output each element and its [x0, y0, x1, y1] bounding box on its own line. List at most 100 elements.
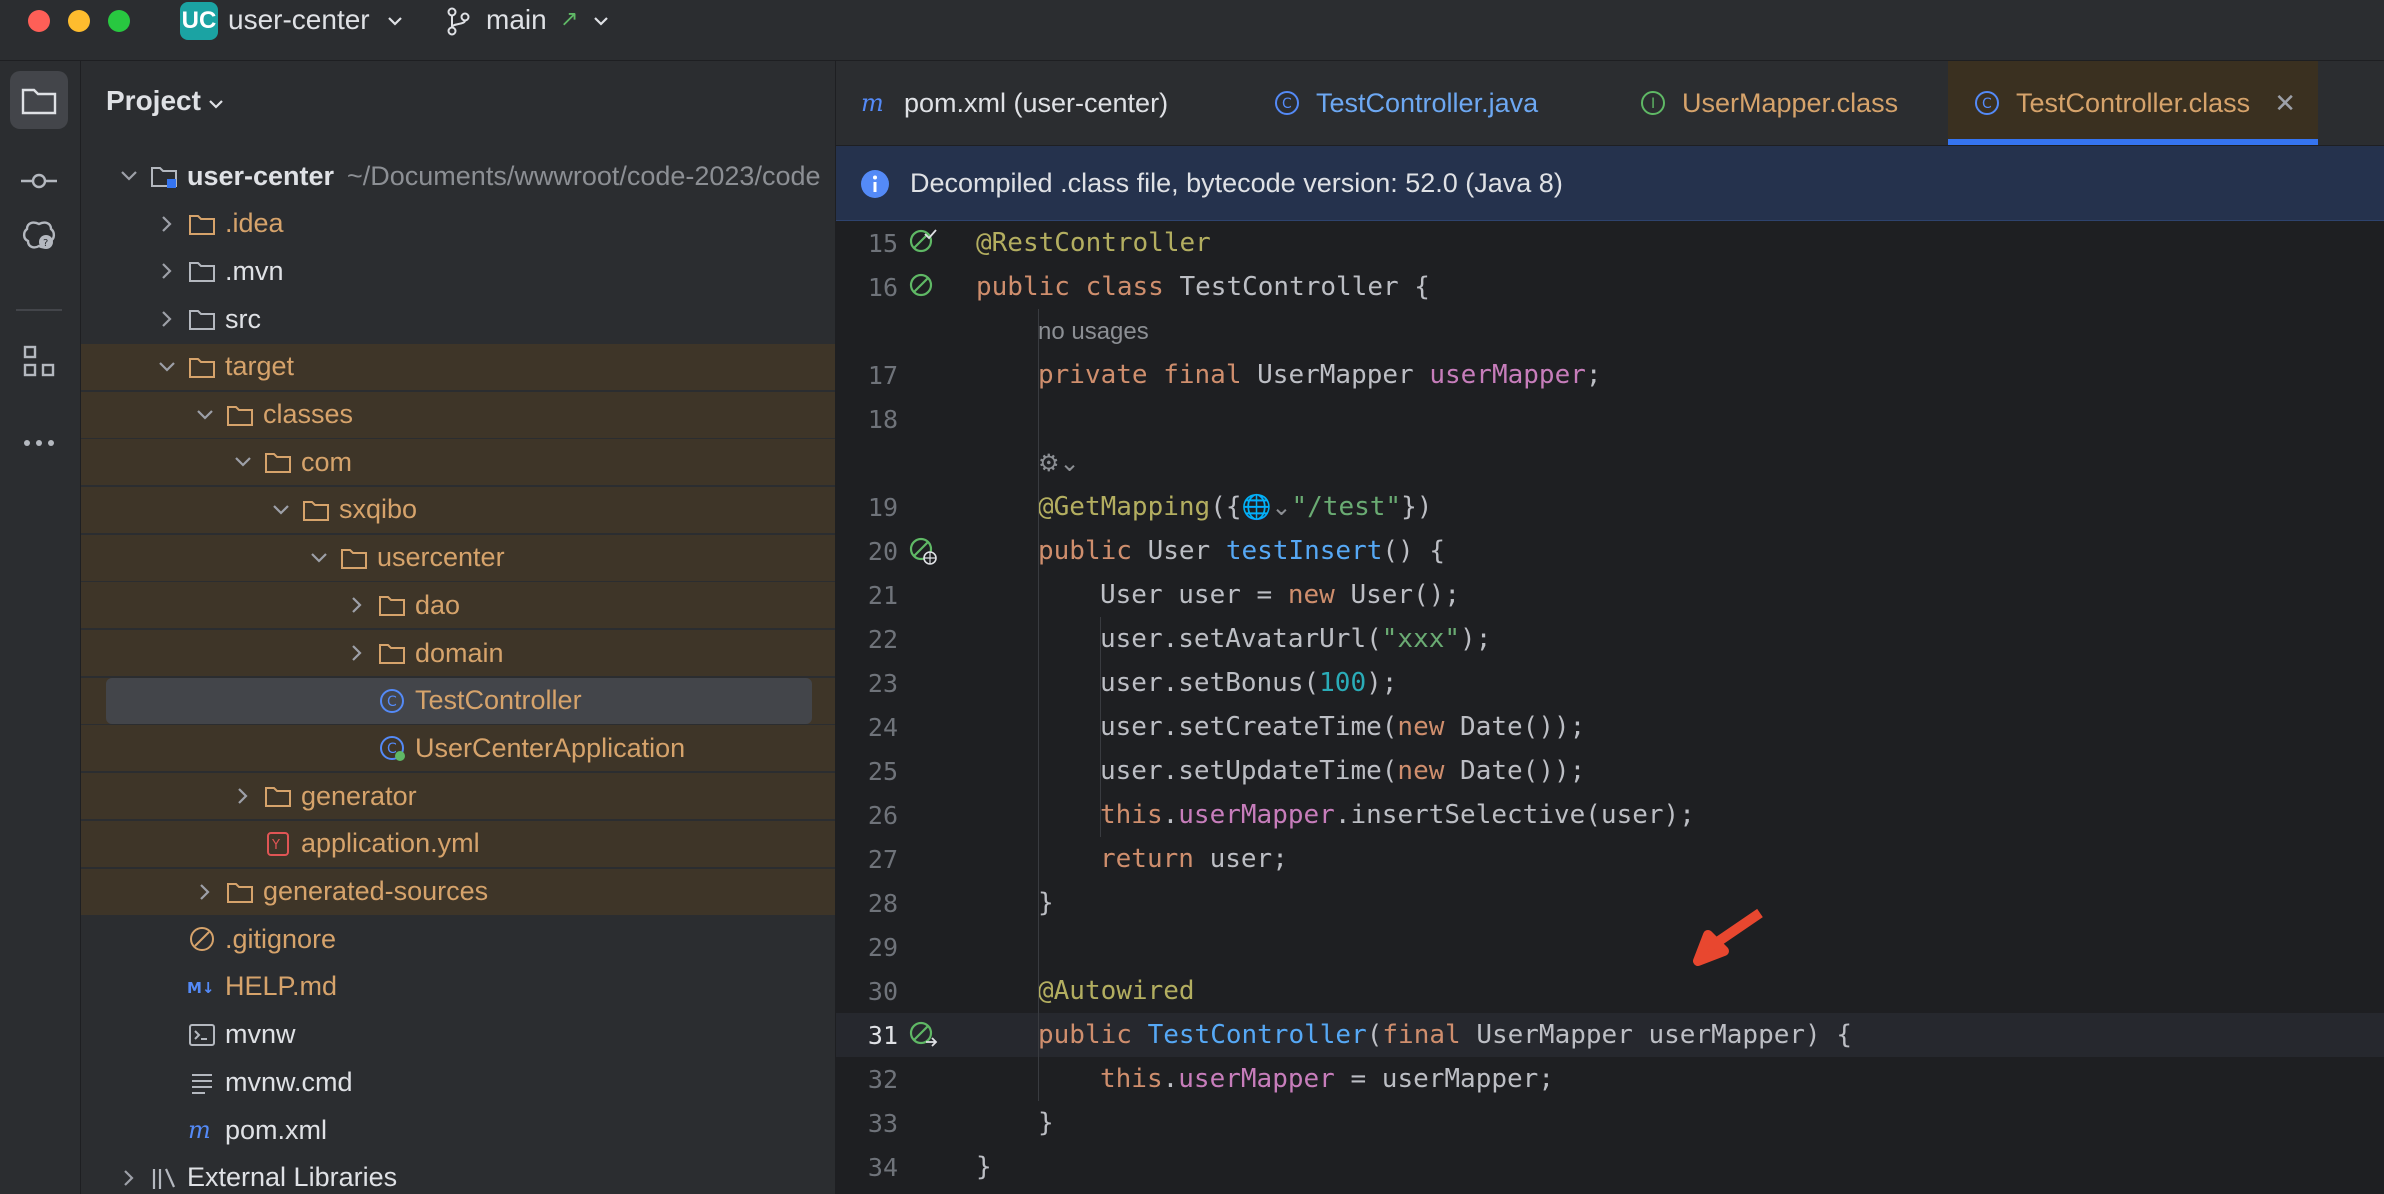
tree-row-mvnw-cmd[interactable]: mvnw.cmd: [81, 1059, 835, 1105]
tree-row-domain[interactable]: domain: [81, 630, 835, 676]
tab-pom-xml-user-center[interactable]: m pom.xml (user-center): [836, 61, 1218, 145]
tree-row-com[interactable]: com: [81, 439, 835, 486]
chevron-down-icon[interactable]: [119, 166, 139, 186]
tree-row-idea[interactable]: .idea: [81, 201, 835, 247]
tree-row-help-md[interactable]: M↓ HELP.md: [81, 964, 835, 1010]
svg-text:Y: Y: [271, 838, 280, 853]
tree-row-gitignore[interactable]: .gitignore: [81, 916, 835, 962]
project-badge[interactable]: UC: [180, 2, 218, 40]
tree-row-testcontroller[interactable]: C TestController: [81, 677, 835, 724]
commit-icon[interactable]: [10, 152, 68, 210]
code-view[interactable]: @RestController public class TestControll…: [976, 221, 2384, 1194]
code-token: return: [1100, 844, 1210, 874]
code-token: .insertSelective(user);: [1334, 800, 1695, 830]
chevron-right-icon[interactable]: [195, 882, 215, 902]
tree-row-generator[interactable]: generator: [81, 773, 835, 820]
bean-check-icon[interactable]: [908, 228, 938, 258]
tree-row-classes[interactable]: classes: [81, 391, 835, 438]
web-endpoint-icon[interactable]: [908, 536, 938, 566]
tree-label: usercenter: [377, 542, 505, 573]
chevron-right-icon[interactable]: [119, 1168, 139, 1188]
bean-autowire-icon[interactable]: [908, 1020, 938, 1050]
maximize-window-button[interactable]: [108, 10, 130, 32]
chevron-down-icon[interactable]: [157, 357, 177, 377]
tree-row-src[interactable]: src: [81, 296, 835, 342]
svg-text:m: m: [861, 89, 884, 117]
text-file-icon: [187, 1067, 217, 1097]
tree-row-sxqibo[interactable]: sxqibo: [81, 486, 835, 533]
more-icon[interactable]: [10, 414, 68, 472]
structure-icon[interactable]: [10, 332, 68, 390]
chevron-down-icon[interactable]: [592, 12, 610, 30]
tree-row-target[interactable]: target: [81, 343, 835, 390]
tree-row-usercenterapplication[interactable]: C UserCenterApplication: [81, 725, 835, 772]
tree-row-external-libraries[interactable]: External Libraries: [81, 1155, 835, 1194]
chevron-right-icon[interactable]: [347, 595, 367, 615]
line-number: 18: [867, 405, 898, 434]
chevron-down-icon[interactable]: [271, 500, 291, 520]
editor-tab-bar: m pom.xml (user-center) C TestController.ja…: [836, 61, 2384, 146]
svg-text:I: I: [1651, 96, 1655, 112]
tree-row-usercenter[interactable]: usercenter: [81, 534, 835, 581]
code-token: new: [1397, 712, 1461, 742]
tab-usermapper-class[interactable]: I UserMapper.class: [1614, 61, 1994, 145]
code-token: @Autowired: [1038, 976, 1195, 1006]
tree-row-pom-xml[interactable]: m pom.xml: [81, 1107, 835, 1153]
svg-text:C: C: [1282, 96, 1292, 112]
class-icon: C: [1272, 88, 1302, 125]
line-number: 29: [867, 933, 898, 962]
chevron-right-icon[interactable]: [157, 309, 177, 329]
line-number: 28: [867, 889, 898, 918]
folder-icon: [187, 209, 217, 239]
chevron-down-icon[interactable]: [195, 405, 215, 425]
tree-row-mvnw[interactable]: mvnw: [81, 1012, 835, 1058]
yaml-icon: Y: [263, 829, 293, 859]
chevron-right-icon[interactable]: [157, 214, 177, 234]
code-token: Date());: [1460, 756, 1586, 786]
svg-text:M↓: M↓: [187, 979, 215, 997]
tree-row-generated-sources[interactable]: generated-sources: [81, 868, 835, 915]
chevron-down-icon[interactable]: [309, 548, 329, 568]
ai-assistant-icon[interactable]: ?: [10, 206, 68, 264]
code-token: 🌐⌄: [1241, 494, 1292, 521]
code-token: final: [1382, 1020, 1477, 1050]
tab-label: pom.xml (user-center): [904, 87, 1169, 118]
branch-name[interactable]: main: [486, 4, 547, 36]
line-gutter[interactable]: 15 16 17 18 19 20 21 22 23 24 25 26 27 28 29 30 31 32 33 34: [836, 221, 972, 1194]
inlay-hint[interactable]: no usages: [1038, 318, 1149, 345]
code-token: }): [1401, 492, 1433, 522]
chevron-right-icon[interactable]: [347, 643, 367, 663]
line-number: 34: [867, 1153, 898, 1182]
tab-testcontroller-java[interactable]: C TestController.java: [1248, 61, 1618, 145]
minimize-window-button[interactable]: [68, 10, 90, 32]
project-panel-title[interactable]: Project: [106, 85, 201, 117]
tab-testcontroller-class[interactable]: C TestController.class ✕: [1948, 61, 2318, 145]
code-token: user;: [1209, 844, 1288, 874]
close-window-button[interactable]: [28, 10, 50, 32]
line-number: 23: [867, 669, 898, 698]
code-token: userMapper: [1429, 360, 1586, 390]
code-line: public TestController(final UserMapper u…: [1038, 1013, 1852, 1057]
chevron-down-icon[interactable]: [233, 452, 253, 472]
bean-icon[interactable]: [908, 272, 938, 302]
code-token: new: [1397, 756, 1461, 786]
tree-row-mvn[interactable]: .mvn: [81, 248, 835, 294]
code-token: user.setAvatarUrl(: [1100, 624, 1382, 654]
title-bar: UC user-center main ↗: [0, 0, 2384, 61]
inlay-endpoint-icon[interactable]: ⚙⌄: [1038, 450, 1080, 477]
project-panel: Project user-center ~/Documents/wwwroot/c…: [81, 61, 836, 1194]
tree-row-user-center[interactable]: user-center ~/Documents/wwwroot/code-2023…: [81, 153, 835, 199]
tree-row-application-yml[interactable]: Yapplication.yml: [81, 820, 835, 867]
close-icon[interactable]: ✕: [2274, 88, 2296, 119]
tree-row-dao[interactable]: dao: [81, 582, 835, 629]
code-token: Date());: [1460, 712, 1586, 742]
code-token: testInsert: [1225, 536, 1383, 566]
project-name[interactable]: user-center: [228, 4, 370, 36]
chevron-down-icon[interactable]: [207, 95, 225, 113]
chevron-right-icon[interactable]: [157, 261, 177, 281]
project-folder-icon[interactable]: [10, 71, 68, 129]
chevron-right-icon[interactable]: [233, 786, 253, 806]
chevron-down-icon[interactable]: [386, 12, 404, 30]
line-number: 19: [867, 493, 898, 522]
code-token: );: [1366, 668, 1398, 698]
